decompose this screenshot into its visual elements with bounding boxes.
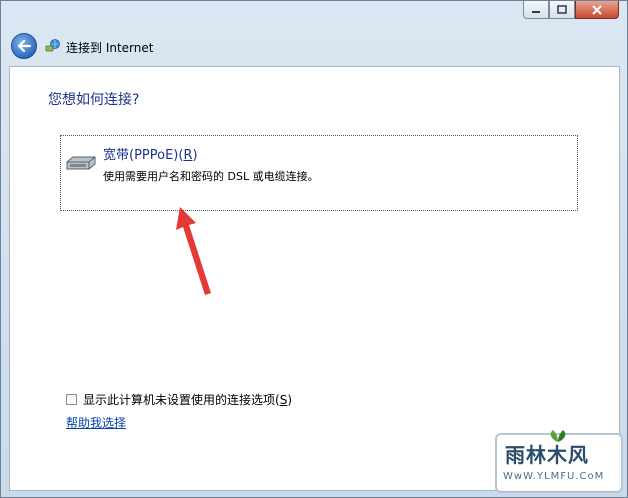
checkbox-label-suffix: ) xyxy=(287,393,292,407)
show-unsupported-options-checkbox[interactable] xyxy=(66,394,77,405)
modem-icon xyxy=(66,156,96,170)
content-panel: 您想如何连接? 宽带(PPPoE)(R) 使用需要用户名和密码的 DSL 或电缆… xyxy=(9,66,620,491)
option-accesskey: R xyxy=(183,148,193,163)
red-arrow-annotation xyxy=(176,207,211,295)
checkbox-label[interactable]: 显示此计算机未设置使用的连接选项(S) xyxy=(83,391,292,408)
show-unsupported-options-row: 显示此计算机未设置使用的连接选项(S) xyxy=(66,391,292,408)
watermark-url: WwW.YLMFU.CoM xyxy=(503,471,605,482)
window-title: 连接到 Internet xyxy=(66,41,154,55)
maximize-icon xyxy=(557,5,567,14)
option-title-text: 宽带(PPPoE)( xyxy=(103,148,184,163)
watermark-logo: 雨林木风 xyxy=(505,443,589,467)
wizard-window: 连接到 Internet 您想如何连接? 宽带(PPPoE)(R) 使用需要用户… xyxy=(0,0,628,498)
close-button[interactable] xyxy=(575,1,619,19)
back-arrow-icon xyxy=(17,40,31,52)
option-title: 宽带(PPPoE)(R) xyxy=(103,144,198,163)
broadband-pppoe-option[interactable]: 宽带(PPPoE)(R) 使用需要用户名和密码的 DSL 或电缆连接。 xyxy=(60,135,578,211)
caption-buttons xyxy=(523,1,619,19)
maximize-button[interactable] xyxy=(549,1,575,19)
navigation-bar: 连接到 Internet xyxy=(1,27,627,65)
watermark: 雨林木风 WwW.YLMFU.CoM xyxy=(495,430,623,493)
minimize-icon xyxy=(532,10,540,13)
option-description: 使用需要用户名和密码的 DSL 或电缆连接。 xyxy=(103,170,319,183)
back-button[interactable] xyxy=(11,33,37,59)
checkbox-label-text: 显示此计算机未设置使用的连接选项( xyxy=(83,393,280,407)
close-icon xyxy=(592,4,602,15)
option-title-suffix: ) xyxy=(192,148,198,163)
minimize-button[interactable] xyxy=(523,1,549,19)
page-heading: 您想如何连接? xyxy=(48,92,140,108)
help-me-choose-link[interactable]: 帮助我选择 xyxy=(66,414,126,431)
network-connection-icon xyxy=(45,39,60,52)
